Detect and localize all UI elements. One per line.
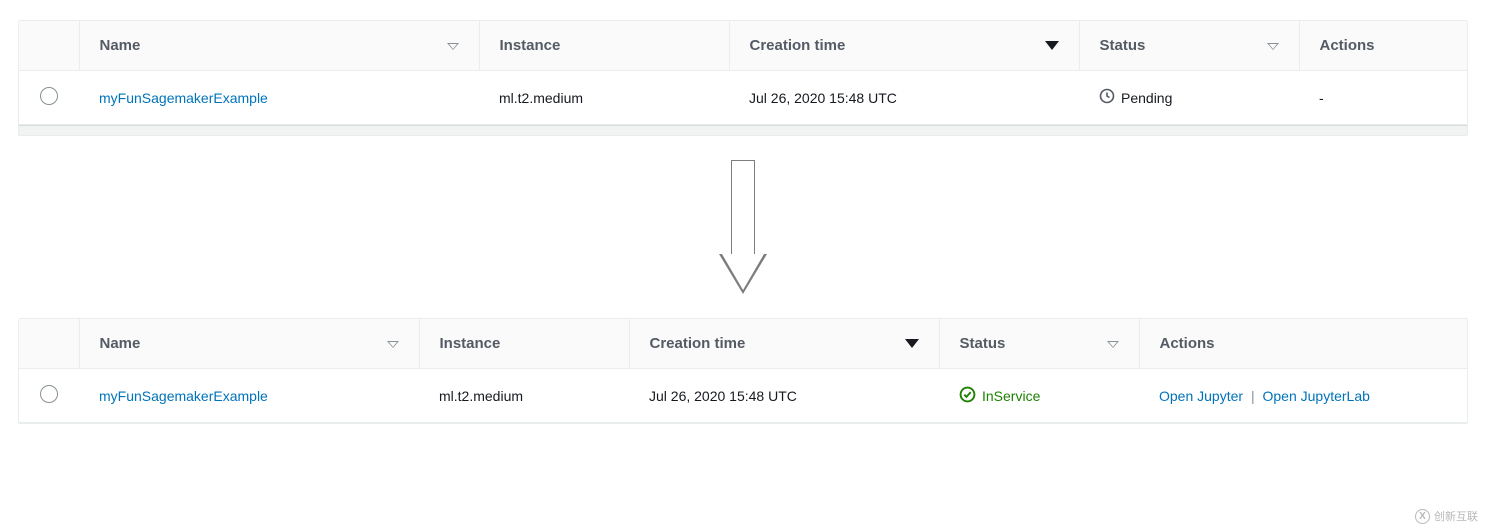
column-label: Creation time [650,335,746,352]
table-row: myFunSagemakerExample ml.t2.medium Jul 2… [19,71,1467,125]
column-label: Name [100,37,141,54]
notebook-name-link[interactable]: myFunSagemakerExample [99,388,268,404]
watermark: X 创新互联 [1415,508,1478,524]
column-label: Actions [1160,335,1215,352]
column-header-status[interactable]: Status [1079,21,1299,71]
status-badge: Pending [1099,88,1172,107]
instance-type: ml.t2.medium [419,369,629,423]
column-header-instance[interactable]: Instance [419,319,629,369]
notebook-name-link[interactable]: myFunSagemakerExample [99,90,268,106]
column-header-name[interactable]: Name [79,319,419,369]
table-footer-strip [19,125,1467,135]
row-select-radio[interactable] [40,87,58,105]
sort-icon[interactable] [1267,37,1279,54]
column-header-creation-time[interactable]: Creation time [629,319,939,369]
sort-icon[interactable] [1107,335,1119,352]
open-jupyterlab-link[interactable]: Open JupyterLab [1262,388,1369,404]
open-jupyter-link[interactable]: Open Jupyter [1159,388,1243,404]
column-header-name[interactable]: Name [79,21,479,71]
actions-cell: - [1299,71,1467,125]
column-label: Instance [500,37,561,54]
table-header-row: Name Instance Creation time Status [19,21,1467,71]
sort-active-desc-icon[interactable] [1045,37,1059,54]
column-label: Status [1100,37,1146,54]
instance-type: ml.t2.medium [479,71,729,125]
table-row: myFunSagemakerExample ml.t2.medium Jul 2… [19,369,1467,423]
column-header-actions: Actions [1139,319,1467,369]
notebook-table-before: Name Instance Creation time Status [18,20,1468,136]
actions-cell: Open Jupyter | Open JupyterLab [1139,369,1467,423]
column-label: Creation time [750,37,846,54]
status-text: InService [982,388,1040,404]
column-label: Instance [440,335,501,352]
creation-time: Jul 26, 2020 15:48 UTC [629,369,939,423]
column-header-actions: Actions [1299,21,1467,71]
sort-active-desc-icon[interactable] [905,335,919,352]
column-label: Actions [1320,37,1375,54]
column-header-creation-time[interactable]: Creation time [729,21,1079,71]
column-label: Status [960,335,1006,352]
row-select-radio[interactable] [40,385,58,403]
column-header-instance[interactable]: Instance [479,21,729,71]
column-header-status[interactable]: Status [939,319,1139,369]
status-badge: InService [959,386,1040,406]
sort-icon[interactable] [447,37,459,54]
clock-icon [1099,88,1115,107]
table-header-row: Name Instance Creation time Status [19,319,1467,369]
column-label: Name [100,335,141,352]
watermark-text: 创新互联 [1434,508,1478,524]
transition-arrow [18,136,1468,318]
sort-icon[interactable] [387,335,399,352]
check-circle-icon [959,386,976,406]
watermark-logo-icon: X [1415,509,1430,524]
status-text: Pending [1121,90,1172,106]
down-arrow-icon [719,160,767,300]
action-separator: | [1247,388,1259,404]
notebook-table-after: Name Instance Creation time Status [18,318,1468,424]
creation-time: Jul 26, 2020 15:48 UTC [729,71,1079,125]
